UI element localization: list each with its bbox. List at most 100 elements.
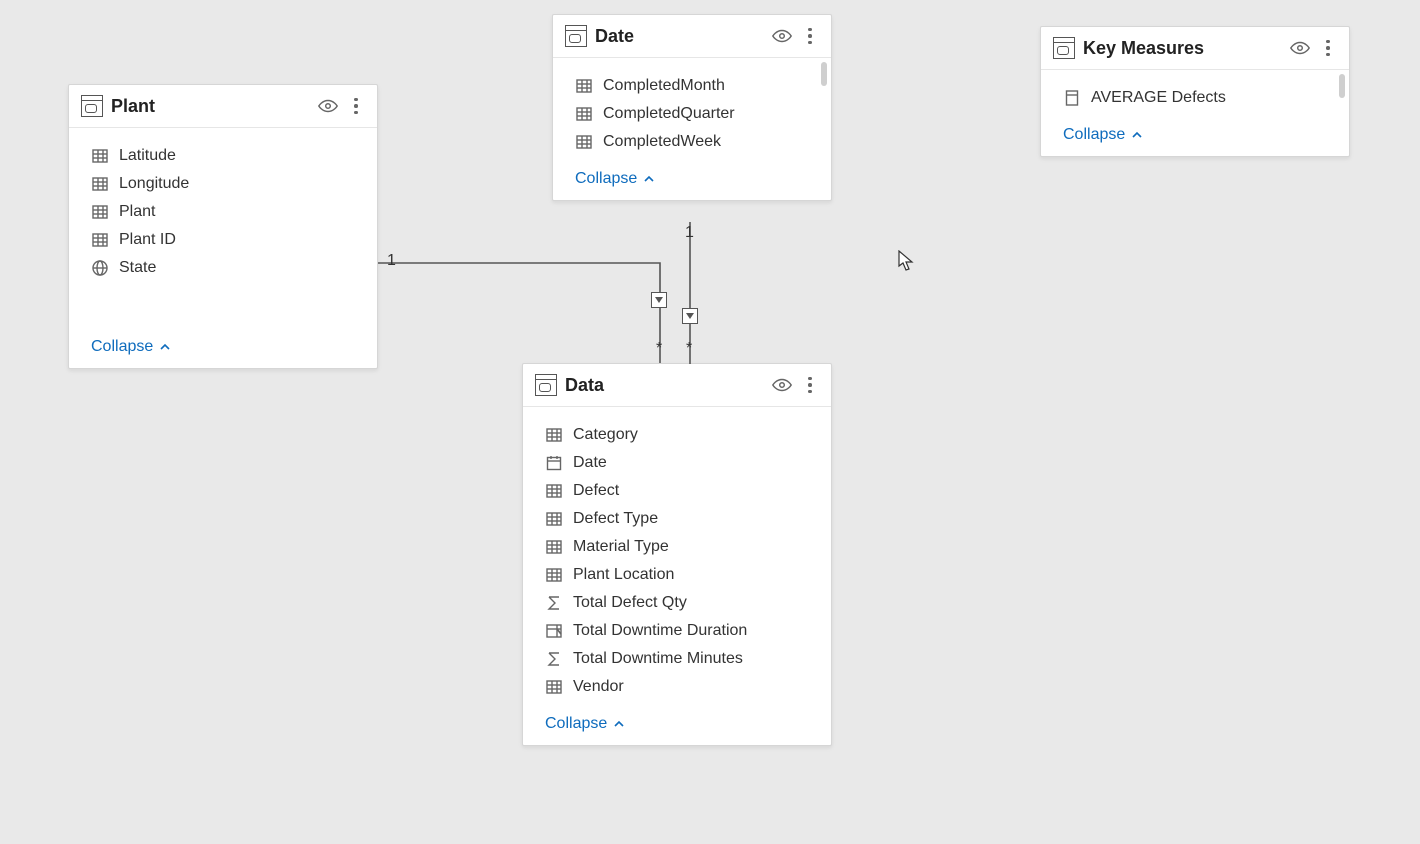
- table-title: Plant: [111, 96, 309, 117]
- field-row[interactable]: CompletedQuarter: [553, 100, 831, 128]
- visibility-icon[interactable]: [771, 374, 793, 396]
- visibility-icon[interactable]: [317, 95, 339, 117]
- field-label: CompletedMonth: [603, 77, 725, 95]
- card-header: Data: [523, 364, 831, 407]
- field-row[interactable]: Category: [523, 421, 831, 449]
- table-card-data[interactable]: Data Category Date Defect Defect Type Materi…: [522, 363, 832, 746]
- calc-icon: [1063, 89, 1081, 107]
- field-list: AVERAGE Defects: [1041, 70, 1349, 116]
- table-icon: [575, 105, 593, 123]
- table-card-key-measures[interactable]: Key Measures AVERAGE Defects Collapse: [1040, 26, 1350, 157]
- table-icon: [545, 510, 563, 528]
- visibility-icon[interactable]: [1289, 37, 1311, 59]
- field-label: State: [119, 259, 156, 277]
- field-label: Material Type: [573, 538, 669, 556]
- measure-icon: [545, 622, 563, 640]
- field-row[interactable]: Date: [523, 449, 831, 477]
- field-list: Category Date Defect Defect Type Material Ty…: [523, 407, 831, 705]
- collapse-label: Collapse: [1063, 126, 1125, 144]
- card-header: Plant: [69, 85, 377, 128]
- table-header-icon: [1053, 37, 1075, 59]
- collapse-button[interactable]: Collapse: [1041, 116, 1349, 156]
- card-header: Key Measures: [1041, 27, 1349, 70]
- more-options-icon[interactable]: [801, 374, 819, 396]
- card-header: Date: [553, 15, 831, 58]
- field-row[interactable]: Defect: [523, 477, 831, 505]
- more-options-icon[interactable]: [801, 25, 819, 47]
- table-header-icon: [565, 25, 587, 47]
- field-label: Total Downtime Duration: [573, 622, 747, 640]
- table-icon: [91, 203, 109, 221]
- calendar-icon: [545, 454, 563, 472]
- chevron-up-icon: [613, 718, 625, 730]
- table-card-plant[interactable]: Plant Latitude Longitude Plant Plant ID Stat…: [68, 84, 378, 369]
- field-label: Vendor: [573, 678, 624, 696]
- table-header-icon: [535, 374, 557, 396]
- direction-arrow-icon: [651, 292, 667, 308]
- field-row[interactable]: Vendor: [523, 673, 831, 701]
- field-label: AVERAGE Defects: [1091, 89, 1226, 107]
- field-row[interactable]: AVERAGE Defects: [1041, 84, 1349, 112]
- table-title: Key Measures: [1083, 38, 1281, 59]
- visibility-icon[interactable]: [771, 25, 793, 47]
- field-label: Defect: [573, 482, 619, 500]
- sigma-icon: [545, 650, 563, 668]
- table-icon: [575, 77, 593, 95]
- field-row[interactable]: Total Downtime Duration: [523, 617, 831, 645]
- field-label: Total Defect Qty: [573, 594, 687, 612]
- table-icon: [91, 231, 109, 249]
- field-row[interactable]: Defect Type: [523, 505, 831, 533]
- more-options-icon[interactable]: [347, 95, 365, 117]
- chevron-up-icon: [1131, 129, 1143, 141]
- field-label: Defect Type: [573, 510, 658, 528]
- scrollbar[interactable]: [1339, 74, 1345, 98]
- field-label: Date: [573, 454, 607, 472]
- table-icon: [545, 538, 563, 556]
- table-icon: [545, 482, 563, 500]
- collapse-button[interactable]: Collapse: [69, 328, 377, 368]
- field-row[interactable]: Longitude: [69, 170, 377, 198]
- field-label: Plant ID: [119, 231, 176, 249]
- field-row[interactable]: CompletedWeek: [553, 128, 831, 156]
- field-label: CompletedWeek: [603, 133, 721, 151]
- cursor-icon: [898, 250, 914, 272]
- collapse-label: Collapse: [575, 170, 637, 188]
- field-label: Plant: [119, 203, 155, 221]
- chevron-up-icon: [159, 341, 171, 353]
- globe-icon: [91, 259, 109, 277]
- table-title: Date: [595, 26, 763, 47]
- table-icon: [91, 147, 109, 165]
- field-label: Category: [573, 426, 638, 444]
- field-row[interactable]: State: [69, 254, 377, 282]
- table-card-date[interactable]: Date CompletedMonthCompletedQuarterCompl…: [552, 14, 832, 201]
- table-icon: [575, 133, 593, 151]
- field-label: Longitude: [119, 175, 189, 193]
- table-header-icon: [81, 95, 103, 117]
- cardinality-label-one: 1: [387, 252, 396, 270]
- field-row[interactable]: Latitude: [69, 142, 377, 170]
- field-label: Latitude: [119, 147, 176, 165]
- field-row[interactable]: Plant ID: [69, 226, 377, 254]
- more-options-icon[interactable]: [1319, 37, 1337, 59]
- direction-arrow-icon: [682, 308, 698, 324]
- cardinality-label-many: *: [686, 340, 692, 358]
- table-icon: [545, 566, 563, 584]
- table-icon: [545, 678, 563, 696]
- field-row[interactable]: Plant: [69, 198, 377, 226]
- field-row[interactable]: Plant Location: [523, 561, 831, 589]
- field-list: Latitude Longitude Plant Plant ID State: [69, 128, 377, 328]
- field-row[interactable]: Total Downtime Minutes: [523, 645, 831, 673]
- field-row[interactable]: Material Type: [523, 533, 831, 561]
- collapse-button[interactable]: Collapse: [523, 705, 831, 745]
- field-list: CompletedMonth CompletedQuarter CompletedW…: [553, 58, 831, 160]
- relationship-line-plant-data[interactable]: [378, 258, 668, 368]
- sigma-icon: [545, 594, 563, 612]
- field-row[interactable]: CompletedMonth: [553, 72, 831, 100]
- table-icon: [545, 426, 563, 444]
- collapse-button[interactable]: Collapse: [553, 160, 831, 200]
- cardinality-label-many: *: [656, 340, 662, 358]
- scrollbar[interactable]: [821, 62, 827, 86]
- field-label: Plant Location: [573, 566, 674, 584]
- field-row[interactable]: Total Defect Qty: [523, 589, 831, 617]
- table-icon: [91, 175, 109, 193]
